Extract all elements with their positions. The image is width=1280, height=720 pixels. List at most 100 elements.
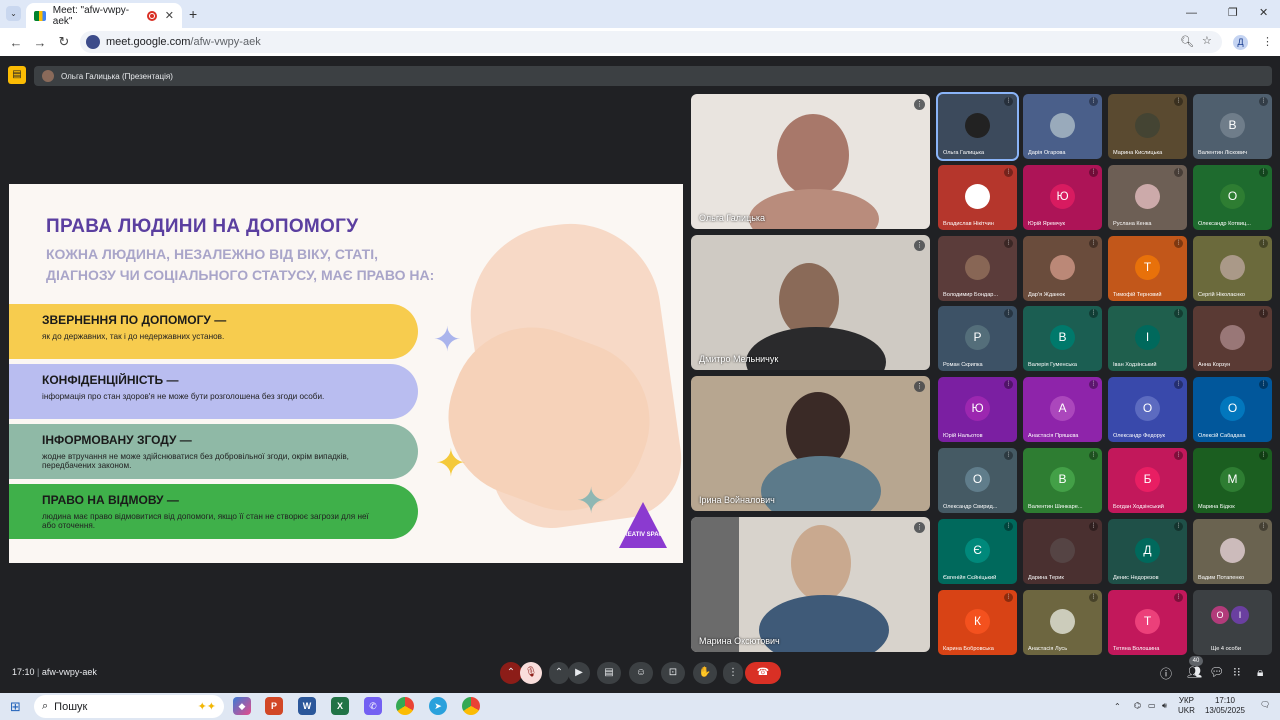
right-text: людина має право відмовитися від допомог… bbox=[42, 512, 369, 530]
participant-tile[interactable]: Т ⋮ Тимофій Терновий bbox=[1108, 235, 1187, 301]
chat-icon[interactable]: 💬︎ bbox=[1209, 665, 1224, 679]
participant-tile[interactable]: К ⋮ Карина Бобровська bbox=[938, 589, 1017, 655]
participant-tile[interactable]: О ⋮ Олександр Федорук bbox=[1108, 377, 1187, 443]
mic-status-icon: ⋮ bbox=[1089, 238, 1098, 248]
presentation-icon[interactable]: ▤ bbox=[8, 66, 26, 84]
zoom-icon[interactable]: 🔍︎ bbox=[1180, 35, 1194, 48]
forward-icon[interactable]: → bbox=[28, 35, 52, 50]
video-tile-2[interactable]: ⋮ Дмитро Мельничук bbox=[691, 235, 930, 370]
right-item-2: КОНФІДЕНЦІЙНІСТЬ — інформація про стан з… bbox=[9, 364, 418, 419]
camera-options-button[interactable]: ⌃ bbox=[549, 662, 569, 684]
participant-tile[interactable]: Т ⋮ Тетяна Волошина bbox=[1108, 589, 1187, 655]
close-window-button[interactable]: ✕ bbox=[1259, 6, 1268, 19]
browser-menu-icon[interactable]: ⋮ bbox=[1262, 35, 1273, 48]
video-tile-3[interactable]: ⋮ Ірина Войналович bbox=[691, 376, 930, 511]
address-bar[interactable]: meet.google.com/afw-vwpy-aek 🔍︎ ☆ bbox=[80, 31, 1222, 53]
participant-name: Олександр Свирид... bbox=[943, 504, 998, 510]
host-controls-icon[interactable]: 🔒︎ bbox=[1257, 665, 1263, 680]
participant-name: Юрій Яремчук bbox=[1028, 220, 1065, 227]
minimize-button[interactable]: — bbox=[1186, 7, 1197, 19]
excel-icon[interactable]: X bbox=[331, 697, 349, 715]
chrome-icon[interactable] bbox=[396, 697, 414, 715]
participant-tile[interactable]: Ю ⋮ Юрій Яремчук bbox=[1023, 164, 1102, 230]
participant-avatar bbox=[1050, 113, 1075, 138]
battery-icon[interactable]: ▭ bbox=[1148, 701, 1156, 710]
taskbar-search[interactable]: ⌕ Пошук ✦✦ bbox=[34, 695, 224, 718]
participant-name: Марина Кислицька bbox=[1113, 150, 1163, 156]
participant-tile[interactable]: ⋮ Анна Корзун bbox=[1193, 306, 1272, 372]
participant-tile[interactable]: О ⋮ Олексій Сабадаха bbox=[1193, 377, 1272, 443]
bookmark-star-icon[interactable]: ☆ bbox=[1202, 34, 1212, 47]
participant-tile[interactable]: ⋮ Марина Кислицька bbox=[1108, 94, 1187, 159]
participant-tile[interactable]: І ⋮ Іван Ходзінський bbox=[1108, 306, 1187, 372]
notification-icon[interactable]: 🗨︎ bbox=[1260, 700, 1270, 709]
close-tab-icon[interactable]: ✕ bbox=[165, 9, 174, 22]
mic-status-icon: ⋮ bbox=[1259, 309, 1268, 319]
video-tile-1[interactable]: ⋮ Ольга Галицька bbox=[691, 94, 930, 229]
participant-tile[interactable]: А ⋮ Анастасія Пряшєва bbox=[1023, 377, 1102, 443]
captions-button[interactable]: ▤ bbox=[597, 662, 621, 684]
network-icon[interactable]: ⌬ bbox=[1134, 701, 1141, 710]
mic-options-button[interactable]: ⌃ bbox=[500, 662, 522, 684]
volume-icon[interactable]: 🔊︎ bbox=[1162, 701, 1167, 711]
participant-tile[interactable]: ⋮ Дарія Огарова bbox=[1023, 94, 1102, 159]
site-info-icon[interactable] bbox=[86, 35, 100, 49]
tab-meet[interactable]: Meet: "afw-vwpy-aek" ✕ bbox=[26, 3, 182, 28]
participant-tile[interactable]: ⋮ Дарина Терик bbox=[1023, 518, 1102, 584]
participant-name: Юрій Нальотов bbox=[943, 433, 983, 440]
mic-status-icon: ⋮ bbox=[1174, 97, 1183, 106]
clock[interactable]: 17:10 13/05/2025 bbox=[1200, 696, 1250, 716]
participant-name: Ольга Галицька bbox=[943, 150, 985, 156]
more-options-button[interactable]: ⋮ bbox=[723, 662, 743, 684]
tray-chevron-icon[interactable]: ⌃ bbox=[1114, 702, 1121, 711]
video-tile-4[interactable]: ⋮ Марина Оксютович bbox=[691, 517, 930, 652]
participant-tile[interactable]: ⋮ Руслана Кенка bbox=[1108, 164, 1187, 230]
word-icon[interactable]: W bbox=[298, 697, 316, 715]
mic-status-icon: ⋮ bbox=[1259, 451, 1268, 460]
profile-avatar[interactable]: Д bbox=[1233, 35, 1248, 50]
participant-tile[interactable]: Б ⋮ Богдан Ходзінський bbox=[1108, 448, 1187, 513]
powerpoint-icon[interactable]: P bbox=[265, 697, 283, 715]
participant-tile[interactable]: Р ⋮ Роман Скрипка bbox=[938, 306, 1017, 372]
new-tab-button[interactable]: + bbox=[189, 6, 197, 22]
participant-tile[interactable]: В ⋮ Валерія Гуменська bbox=[1023, 306, 1102, 372]
participant-tile[interactable]: ⋮ Володимир Бондар... bbox=[938, 235, 1017, 301]
participant-tile[interactable]: ⋮ Сергій Ніколаєнко bbox=[1193, 235, 1272, 301]
tab-search-button[interactable]: ⌄ bbox=[6, 6, 21, 21]
mic-status-icon: ⋮ bbox=[1004, 521, 1013, 531]
maximize-button[interactable]: ❐ bbox=[1228, 6, 1238, 19]
leave-call-button[interactable]: ☎ bbox=[745, 662, 781, 684]
back-icon[interactable]: ← bbox=[4, 35, 28, 50]
present-button[interactable]: ⊡ bbox=[661, 662, 685, 684]
participant-tile[interactable]: В ⋮ Валентин Шинкаре... bbox=[1023, 448, 1102, 513]
keyboard-language[interactable]: УКР UKR bbox=[1178, 696, 1195, 716]
participant-tile[interactable]: ⋮ Дар'я Жданюк bbox=[1023, 235, 1102, 301]
participant-tile[interactable]: О ⋮ Олександр Котвиц... bbox=[1193, 164, 1272, 230]
participant-tile[interactable]: Д ⋮ Денис Недорезов bbox=[1108, 518, 1187, 584]
chrome-active-icon[interactable] bbox=[462, 697, 480, 715]
people-icon[interactable]: 👥︎ bbox=[1187, 665, 1202, 679]
participant-tile[interactable]: ⋮ Ольга Галицька bbox=[936, 92, 1019, 161]
participant-tile[interactable]: О ⋮ Олександр Свирид... bbox=[938, 448, 1017, 513]
windows-start-icon[interactable]: ⊞ bbox=[10, 699, 21, 715]
participant-tile[interactable]: О І Ще 4 особи bbox=[1193, 589, 1272, 655]
copilot-icon[interactable]: ◆ bbox=[233, 697, 251, 715]
participant-tile[interactable]: ⋮ Анастасія Лусь bbox=[1023, 589, 1102, 655]
activities-icon[interactable]: ⁝⁝ bbox=[1233, 665, 1241, 679]
participant-tile[interactable]: Є ⋮ Євгенійя Сєйніцький bbox=[938, 518, 1017, 584]
participant-tile[interactable]: ⋮ Вадим Потапенко bbox=[1193, 518, 1272, 584]
participant-tile[interactable]: ⋮ Владислав Нікітчин bbox=[938, 164, 1017, 230]
participant-video bbox=[791, 525, 851, 601]
reload-icon[interactable]: ↻ bbox=[52, 34, 76, 50]
emoji-button[interactable]: ☺ bbox=[629, 662, 653, 684]
telegram-icon[interactable]: ➤ bbox=[429, 697, 447, 715]
participant-tile[interactable]: М ⋮ Марина Бідюк bbox=[1193, 448, 1272, 513]
info-icon[interactable]: ⓘ bbox=[1160, 665, 1172, 682]
viber-icon[interactable]: ✆ bbox=[364, 697, 382, 715]
mic-off-button[interactable]: 🎙︎ bbox=[520, 662, 542, 684]
mic-status-icon: ⋮ bbox=[1089, 309, 1098, 319]
raise-hand-button[interactable]: ✋ bbox=[693, 662, 717, 684]
participant-tile[interactable]: Ю ⋮ Юрій Нальотов bbox=[938, 377, 1017, 443]
participant-tile[interactable]: В ⋮ Валентин Ліскович bbox=[1193, 94, 1272, 159]
camera-button[interactable]: ▶ bbox=[568, 662, 590, 684]
